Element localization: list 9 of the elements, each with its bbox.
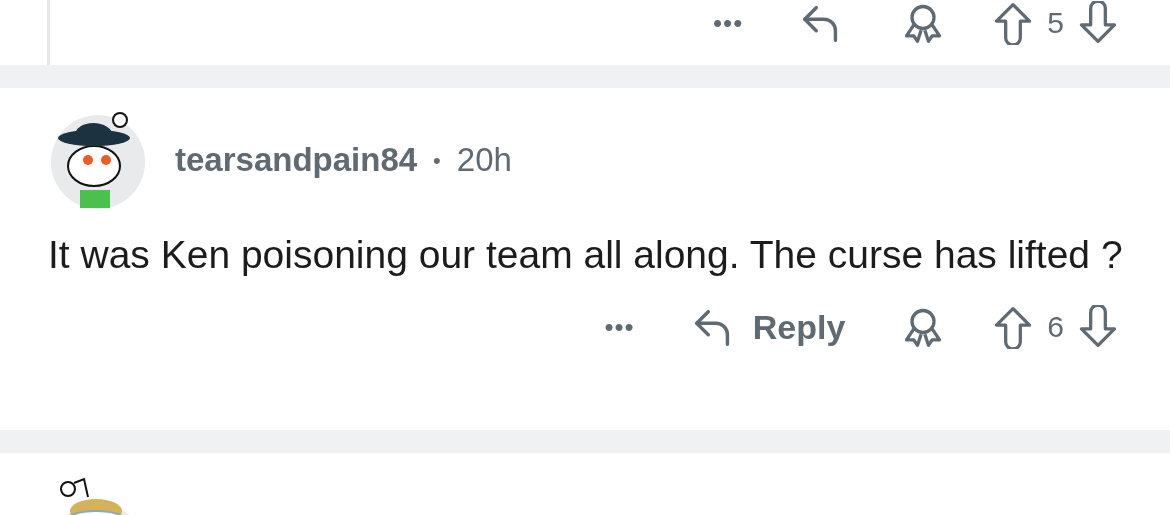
timestamp: 20h [456,140,512,181]
more-button[interactable]: ••• [604,314,635,340]
reply-button[interactable]: Reply [752,310,846,344]
vote-count: 5 [1047,8,1064,38]
more-button[interactable]: ••• [713,10,744,36]
separator: • [433,146,441,175]
username[interactable]: tearsandpain84 [175,135,418,185]
vote-count: 6 [1047,312,1064,342]
comment-text: It was Ken poisoning our team all along. The curse has lifted ? [48,232,1123,278]
